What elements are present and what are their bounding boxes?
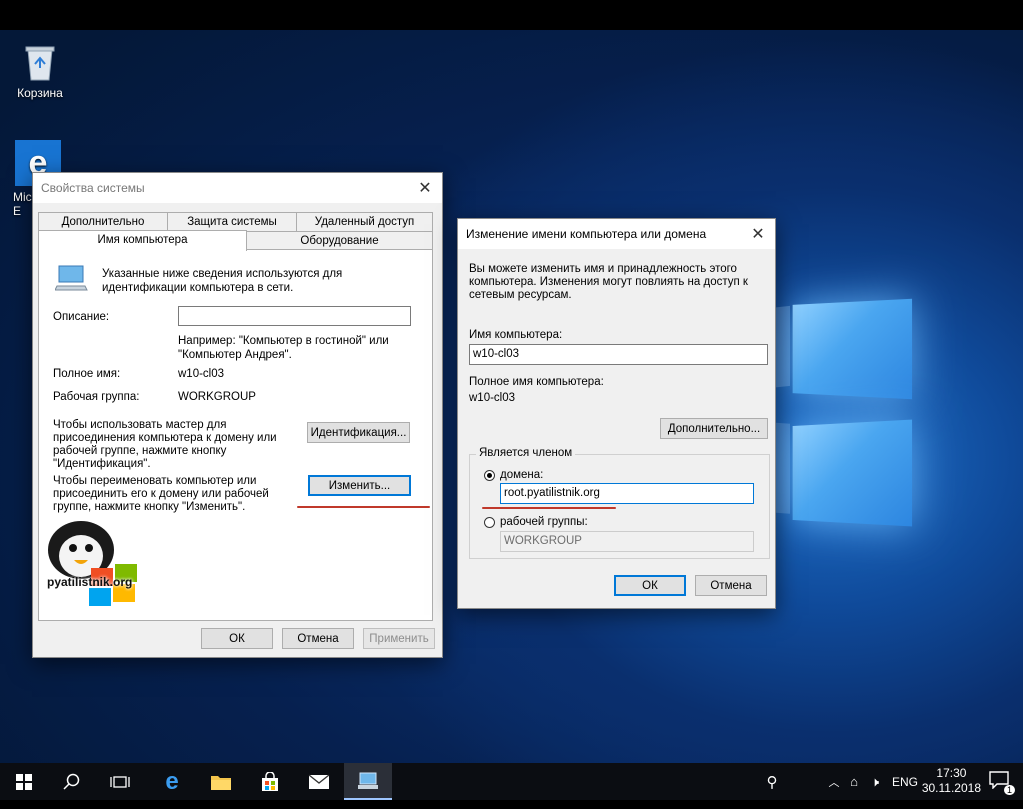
cancel-button[interactable]: Отмена [282, 628, 354, 649]
domain-label: домена: [500, 468, 543, 482]
wizard-text-line4: "Идентификация". [53, 458, 151, 471]
taskbar-store[interactable] [246, 763, 294, 800]
edge-icon: e [165, 768, 178, 796]
windows-logo-pane [793, 299, 912, 399]
taskbar-mail[interactable] [295, 763, 343, 800]
workgroup-value: WORKGROUP [178, 390, 256, 404]
domain-field[interactable]: root.pyatilistnik.org [500, 483, 754, 504]
full-name-label: Полное имя: [53, 367, 120, 381]
tab-advanced[interactable]: Дополнительно [38, 212, 168, 231]
tab-computer-name[interactable]: Имя компьютера [38, 230, 247, 251]
clock-time: 17:30 [922, 766, 981, 781]
recycle-bin-label: Корзина [5, 86, 75, 100]
dialog-title: Свойства системы [41, 181, 145, 195]
cancel-button[interactable]: Отмена [695, 575, 767, 596]
annotation-underline [482, 507, 616, 509]
clock[interactable]: 17:30 30.11.2018 [922, 766, 981, 796]
recycle-bin-icon [23, 42, 57, 82]
search-button[interactable] [48, 763, 96, 800]
member-of-label: Является членом [476, 447, 575, 459]
computer-name-field[interactable]: w10-cl03 [469, 344, 768, 365]
bottom-black-bar [0, 800, 1023, 809]
rename-text-line3: группе, нажмите кнопку "Изменить". [53, 501, 245, 514]
ok-button[interactable]: ОК [614, 575, 686, 596]
intro-text-line3: сетевым ресурсам. [469, 289, 572, 302]
full-name-value: w10-cl03 [469, 391, 515, 405]
intro-text-line2: компьютера. Изменения могут повлиять на … [469, 276, 748, 289]
watermark-text: pyatilistnik.org [47, 575, 132, 589]
tab-remote-access[interactable]: Удаленный доступ [296, 212, 433, 231]
apply-button: Применить [363, 628, 435, 649]
rename-text-line1: Чтобы переименовать компьютер или [53, 475, 256, 488]
network-icon[interactable]: ⌂ [844, 774, 864, 789]
domain-radio[interactable] [484, 470, 495, 481]
notification-count: 1 [1004, 785, 1015, 795]
workgroup-label: Рабочая группа: [53, 390, 139, 404]
mail-icon [308, 774, 330, 790]
title-bar: Изменение имени компьютера или домена ✕ [458, 219, 775, 249]
wizard-text-line3: рабочей группе, нажмите кнопку [53, 445, 226, 458]
computer-icon [55, 264, 89, 292]
store-icon [260, 772, 280, 792]
workgroup-field: WORKGROUP [500, 531, 754, 552]
top-black-bar [0, 0, 1023, 30]
wizard-text-line2: присоединения компьютера к домену или [53, 432, 277, 445]
change-button[interactable]: Изменить... [308, 475, 411, 496]
description-field[interactable] [178, 306, 411, 326]
folder-icon [210, 773, 232, 791]
member-of-group: Является членом домена: root.pyatilistni… [469, 454, 770, 559]
start-button[interactable] [0, 763, 48, 800]
wizard-text-line1: Чтобы использовать мастер для [53, 419, 226, 432]
workgroup-radio[interactable] [484, 517, 495, 528]
people-icon[interactable]: ⚲ [760, 773, 784, 791]
clock-date: 30.11.2018 [922, 781, 981, 796]
more-button[interactable]: Дополнительно... [660, 418, 768, 439]
system-properties-dialog: Свойства системы ✕ Дополнительно Защита … [32, 172, 443, 658]
description-label: Описание: [53, 310, 109, 324]
tab-hardware[interactable]: Оборудование [246, 231, 433, 250]
annotation-underline [297, 506, 430, 508]
computer-name-label: Имя компьютера: [469, 328, 562, 342]
windows-logo-pane [793, 420, 912, 527]
full-name-label: Полное имя компьютера: [469, 375, 604, 389]
language-indicator[interactable]: ENG [892, 775, 918, 789]
show-hidden-icons[interactable]: ︿ [824, 774, 844, 790]
dialog-title: Изменение имени компьютера или домена [466, 227, 706, 241]
computer-name-change-dialog: Изменение имени компьютера или домена ✕ … [457, 218, 776, 609]
description-example-line1: Например: "Компьютер в гостиной" или [178, 334, 389, 348]
search-icon [63, 773, 81, 791]
intro-text-line2: идентификации компьютера в сети. [102, 281, 293, 295]
intro-text-line1: Вы можете изменить имя и принадлежность … [469, 263, 737, 276]
volume-icon[interactable]: 🕨 [864, 774, 886, 790]
description-example-line2: "Компьютер Андрея". [178, 348, 292, 362]
taskbar-explorer[interactable] [197, 763, 245, 800]
close-icon[interactable]: ✕ [408, 173, 442, 203]
taskbar-system-properties[interactable] [344, 763, 392, 800]
close-icon[interactable]: ✕ [741, 219, 775, 249]
workgroup-label: рабочей группы: [500, 515, 588, 529]
computer-icon [357, 771, 379, 791]
title-bar: Свойства системы ✕ [33, 173, 442, 203]
tab-system-protection[interactable]: Защита системы [167, 212, 297, 231]
ok-button[interactable]: ОК [201, 628, 273, 649]
full-name-value: w10-cl03 [178, 367, 224, 381]
pyatilistnik-watermark: pyatilistnik.org [41, 520, 149, 616]
system-tray: ⚲ ︿ ⌂ 🕨 ENG [760, 763, 918, 800]
taskbar-edge[interactable]: e [148, 763, 196, 800]
identify-button[interactable]: Идентификация... [307, 422, 410, 443]
taskbar: e ⚲ ︿ ⌂ 🕨 ENG 17:30 30.11.2018 1 [0, 763, 1023, 800]
tab-panel: Указанные ниже сведения используются для… [38, 249, 433, 621]
task-view-icon [110, 774, 130, 790]
windows-start-icon [16, 774, 32, 790]
recycle-bin-shortcut[interactable]: Корзина [5, 42, 75, 100]
intro-text-line1: Указанные ниже сведения используются для [102, 267, 342, 281]
action-center-button[interactable]: 1 [989, 771, 1013, 793]
task-view-button[interactable] [96, 763, 144, 800]
rename-text-line2: присоединить его к домену или рабочей [53, 488, 269, 501]
